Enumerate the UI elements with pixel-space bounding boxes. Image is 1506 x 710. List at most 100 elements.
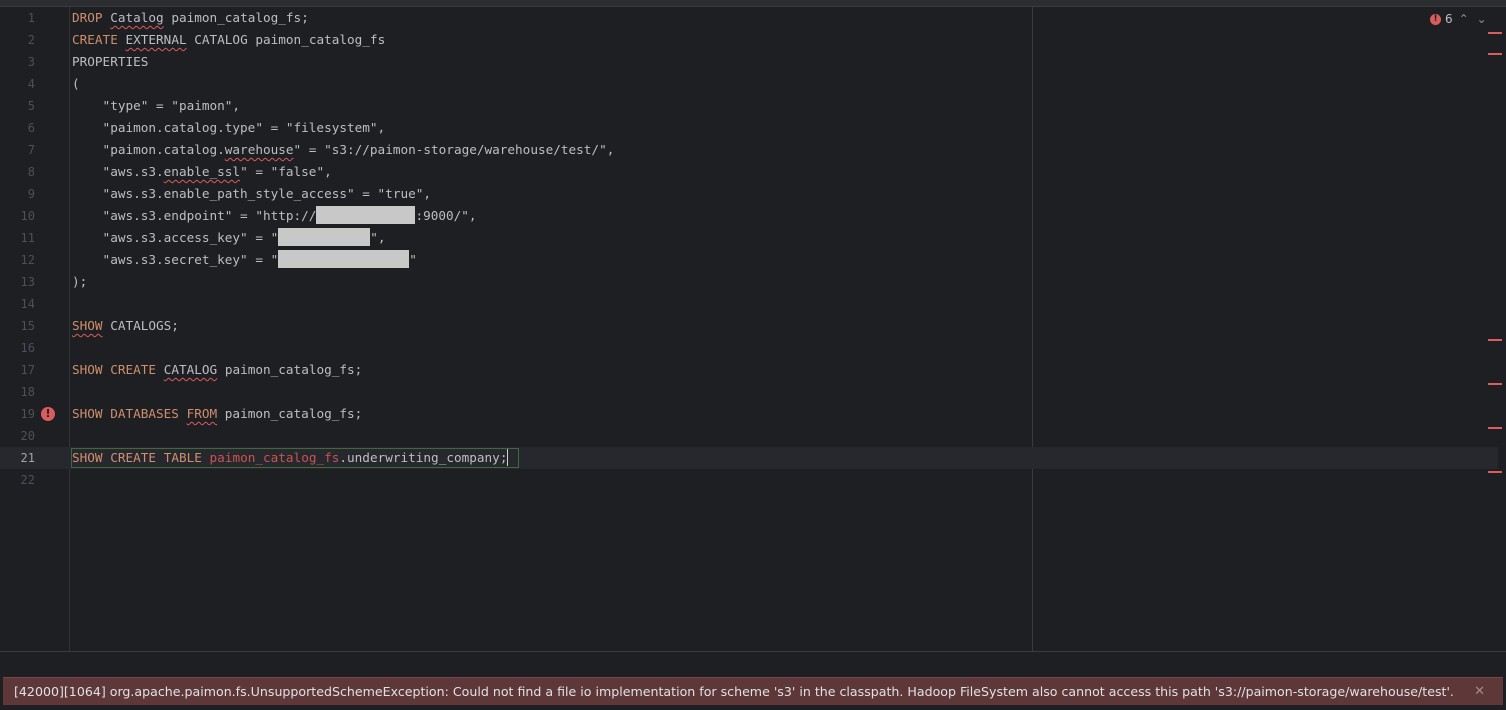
code-line-22[interactable]: 22 [0, 469, 1498, 491]
line-number: 12 [20, 253, 35, 267]
line-number: 4 [27, 77, 35, 91]
code-line-3[interactable]: 3 PROPERTIES [0, 51, 1498, 73]
keyword: CREATE [110, 450, 157, 465]
line-number: 18 [20, 385, 35, 399]
error-stripe-mark[interactable] [1488, 32, 1502, 34]
error-stripe-mark[interactable] [1488, 339, 1502, 341]
line-number: 5 [27, 99, 35, 113]
code-line-14[interactable]: 14 [0, 293, 1498, 315]
code-line-6[interactable]: 6 "paimon.catalog.type" = "filesystem", [0, 117, 1498, 139]
redacted-host [316, 206, 416, 224]
code-text[interactable]: SHOW CATALOGS; [72, 315, 179, 337]
identifier: paimon_catalog_fs [255, 32, 386, 47]
terminator: ; [499, 450, 508, 465]
line-number: 9 [27, 187, 35, 201]
inspection-widget[interactable]: ! 6 ⌃ ⌄ [1430, 12, 1489, 26]
line-number: 13 [20, 275, 35, 289]
chevron-up-icon[interactable]: ⌃ [1457, 12, 1471, 26]
string-part: "aws.s3.access_key" = " [72, 230, 279, 245]
terminator: ; [301, 10, 309, 25]
string-part: " = "s3://paimon-storage/warehouse/test/… [293, 142, 615, 157]
error-count: 6 [1445, 12, 1453, 26]
keyword: CREATE [110, 362, 157, 377]
editor-bottom-panel [0, 651, 1506, 678]
code-text[interactable]: "aws.s3.enable_path_style_access" = "tru… [72, 183, 431, 205]
code-text[interactable]: "paimon.catalog.type" = "filesystem", [72, 117, 386, 139]
keyword: SHOW [72, 406, 103, 421]
code-text[interactable]: "aws.s3.secret_key" = " " [72, 249, 417, 271]
code-line-11[interactable]: 11 "aws.s3.access_key" = " ", [0, 227, 1498, 249]
code-text[interactable]: "aws.s3.access_key" = " ", [72, 227, 386, 249]
code-text[interactable]: DROP Catalog paimon_catalog_fs; [72, 7, 309, 29]
error-stripe-mark[interactable] [1488, 383, 1502, 385]
identifier: .underwriting_company [339, 450, 500, 465]
code-line-19[interactable]: 19 ! SHOW DATABASES FROM paimon_catalog_… [0, 403, 1498, 425]
code-text[interactable]: SHOW DATABASES FROM paimon_catalog_fs; [72, 403, 362, 425]
error-notification-bar: [42000][1064] org.apache.paimon.fs.Unsup… [3, 677, 1503, 705]
code-line-18[interactable]: 18 [0, 381, 1498, 403]
line-number: 10 [20, 209, 35, 223]
code-text[interactable]: CREATE EXTERNAL CATALOG paimon_catalog_f… [72, 29, 385, 51]
string-part: :9000/", [415, 208, 477, 223]
string-part: "paimon.catalog. [72, 142, 225, 157]
keyword-error: FROM [186, 406, 218, 421]
code-line-7[interactable]: 7 "paimon.catalog.warehouse" = "s3://pai… [0, 139, 1498, 161]
error-icon: ! [1430, 13, 1441, 25]
code-line-13[interactable]: 13 ); [0, 271, 1498, 293]
code-text[interactable]: "aws.s3.enable_ssl" = "false", [72, 161, 332, 183]
code-text[interactable]: ( [72, 73, 80, 95]
code-text[interactable]: PROPERTIES [72, 51, 148, 73]
line-number: 8 [27, 165, 35, 179]
keyword-error: Catalog [110, 10, 164, 25]
code-line-8[interactable]: 8 "aws.s3.enable_ssl" = "false", [0, 161, 1498, 183]
code-text[interactable]: SHOW CREATE TABLE paimon_catalog_fs.unde… [72, 447, 509, 469]
keyword: SHOW [72, 362, 103, 377]
top-border [0, 0, 1506, 7]
line-number: 22 [20, 473, 35, 487]
spelling-warning: enable_ssl [163, 164, 241, 179]
keyword-error: SHOW [72, 318, 103, 333]
line-number: 17 [20, 363, 35, 377]
code-line-1[interactable]: 1 DROP Catalog paimon_catalog_fs; [0, 7, 1498, 29]
code-line-4[interactable]: 4 ( [0, 73, 1498, 95]
code-line-9[interactable]: 9 "aws.s3.enable_path_style_access" = "t… [0, 183, 1498, 205]
redacted-secret-key [278, 250, 410, 268]
identifier: paimon_catalog_fs; [224, 362, 363, 377]
code-line-10[interactable]: 10 "aws.s3.endpoint" = "http://:9000/", [0, 205, 1498, 227]
line-number: 7 [27, 143, 35, 157]
line-number: 3 [27, 55, 35, 69]
code-line-21-current[interactable]: 21 SHOW CREATE TABLE paimon_catalog_fs.u… [0, 447, 1498, 469]
code-line-20[interactable]: 20 [0, 425, 1498, 447]
keyword: DATABASES [110, 406, 179, 421]
code-line-16[interactable]: 16 [0, 337, 1498, 359]
code-text[interactable]: ); [72, 271, 87, 293]
code-text[interactable]: "type" = "paimon", [72, 95, 241, 117]
string-part: "aws.s3.secret_key" = " [72, 252, 279, 267]
line-number: 16 [20, 341, 35, 355]
string-part: " [409, 252, 417, 267]
line-number: 14 [20, 297, 35, 311]
code-line-5[interactable]: 5 "type" = "paimon", [0, 95, 1498, 117]
error-stripe-mark[interactable] [1488, 471, 1502, 473]
code-text[interactable]: "aws.s3.endpoint" = "http://:9000/", [72, 205, 477, 227]
unresolved-schema: paimon_catalog_fs [209, 450, 340, 465]
keyword: TABLE [163, 450, 202, 465]
redacted-access-key [278, 228, 371, 246]
code-text[interactable]: "paimon.catalog.warehouse" = "s3://paimo… [72, 139, 615, 161]
code-line-17[interactable]: 17 SHOW CREATE CATALOG paimon_catalog_fs… [0, 359, 1498, 381]
error-message: [42000][1064] org.apache.paimon.fs.Unsup… [14, 684, 1454, 699]
code-line-2[interactable]: 2 CREATE EXTERNAL CATALOG paimon_catalog… [0, 29, 1498, 51]
error-marker-icon[interactable]: ! [41, 407, 55, 421]
close-icon[interactable]: ✕ [1474, 678, 1485, 705]
line-number: 21 [20, 451, 35, 465]
line-number: 1 [27, 11, 35, 25]
text-caret [507, 449, 509, 466]
chevron-down-icon[interactable]: ⌄ [1475, 12, 1489, 26]
keyword: CATALOG [194, 32, 248, 47]
error-stripe-mark[interactable] [1488, 53, 1502, 55]
error-stripe-mark[interactable] [1488, 427, 1502, 429]
code-text[interactable]: SHOW CREATE CATALOG paimon_catalog_fs; [72, 359, 362, 381]
code-line-12[interactable]: 12 "aws.s3.secret_key" = " " [0, 249, 1498, 271]
code-line-15[interactable]: 15 SHOW CATALOGS; [0, 315, 1498, 337]
sql-editor[interactable]: 1 DROP Catalog paimon_catalog_fs; 2 CREA… [0, 7, 1506, 651]
